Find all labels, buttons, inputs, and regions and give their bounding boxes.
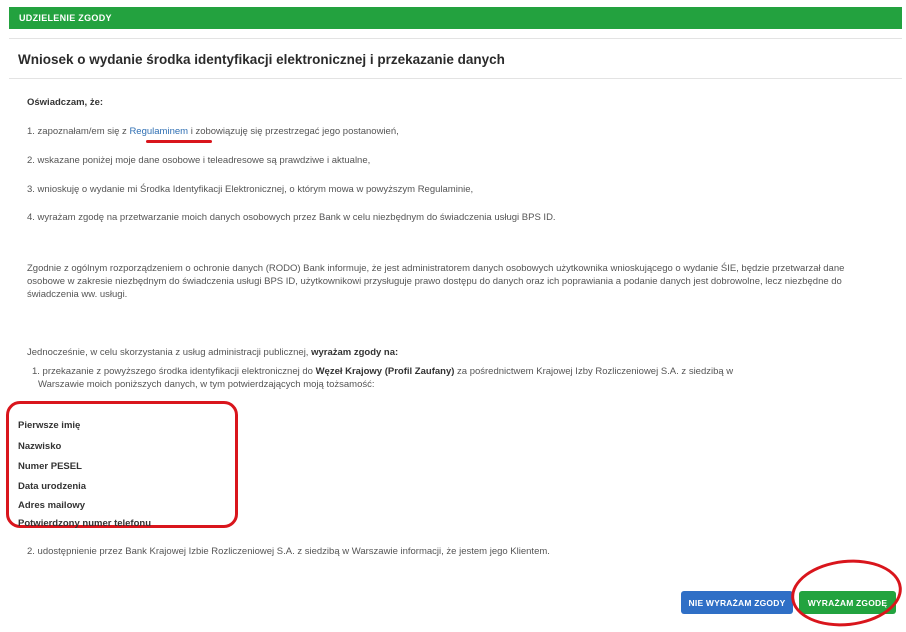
consent-item-1-line2: Warszawie moich poniższych danych, w tym… [38, 379, 375, 390]
declaration-item-3: 3. wnioskuję o wydanie mi Środka Identyf… [27, 184, 474, 195]
decline-consent-button[interactable]: NIE WYRAŻAM ZGODY [681, 591, 793, 614]
field-last-name: Nazwisko [18, 441, 62, 452]
gdpr-notice: Zgodnie z ogólnym rozporządzeniem o ochr… [27, 263, 845, 300]
field-first-name: Pierwsze imię [18, 420, 81, 431]
declaration-item-1-suffix: i zobowiązuję się przestrzegać jego post… [188, 126, 399, 137]
accept-button-annotation-circle [787, 554, 906, 632]
header-divider [9, 38, 902, 39]
field-confirmed-phone: Potwierdzony numer telefonu [18, 518, 152, 529]
header-label: UDZIELENIE ZGODY [19, 13, 112, 23]
consent-item-1: 1. przekazanie z powyższego środka ident… [32, 366, 733, 377]
field-birth-date: Data urodzenia [18, 481, 87, 492]
regulations-link[interactable]: Regulaminem [129, 126, 188, 137]
field-pesel: Numer PESEL [18, 461, 82, 472]
declaration-item-2: 2. wskazane poniżej moje dane osobowe i … [27, 155, 371, 166]
declaration-item-4: 4. wyrażam zgodę na przetwarzanie moich … [27, 212, 556, 223]
regulations-link-annotation-underline [146, 140, 212, 143]
declaration-item-1: 1. zapoznałam/em się z Regulaminem i zob… [27, 126, 399, 137]
consent-intro-bold: wyrażam zgody na: [311, 347, 399, 358]
title-divider [9, 78, 902, 79]
consent-intro: Jednocześnie, w celu skorzystania z usłu… [27, 347, 398, 358]
field-email: Adres mailowy [18, 500, 86, 511]
consent-item-1-prefix: 1. przekazanie z powyższego środka ident… [32, 366, 316, 377]
declaration-heading: Oświadczam, że: [27, 97, 104, 108]
consent-header-bar: UDZIELENIE ZGODY [9, 7, 902, 29]
page-title: Wniosek o wydanie środka identyfikacji e… [18, 52, 505, 67]
declaration-item-1-prefix: 1. zapoznałam/em się z [27, 126, 130, 137]
consent-item-1-bold: Węzeł Krajowy (Profil Zaufany) [315, 366, 455, 377]
consent-intro-prefix: Jednocześnie, w celu skorzystania z usłu… [27, 347, 312, 358]
consent-item-1-suffix: za pośrednictwem Krajowej Izby Rozliczen… [454, 366, 734, 377]
consent-item-2: 2. udostępnienie przez Bank Krajowej Izb… [27, 546, 550, 557]
